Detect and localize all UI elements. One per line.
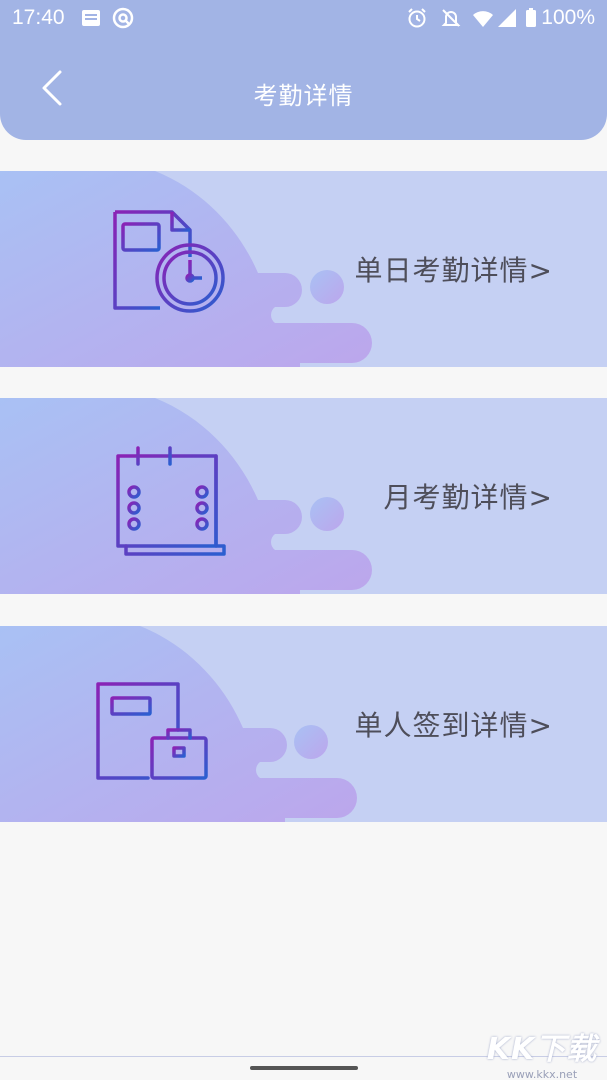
- status-bar: 17:40 100%: [0, 0, 607, 36]
- document-clock-icon: [113, 210, 225, 313]
- sync-icon: [112, 7, 134, 29]
- watermark-url: www.kkx.net: [506, 1068, 578, 1080]
- page-title: 考勤详情: [253, 82, 354, 110]
- battery-level: 100%: [541, 6, 595, 29]
- card-monthly-attendance[interactable]: 月考勤详情>: [0, 398, 607, 594]
- alarm-icon: [408, 8, 426, 28]
- card-label-personal: 单人签到详情>: [354, 709, 553, 742]
- calendar-list-icon: [116, 446, 226, 556]
- app-header: 17:40 100% 考勤详情: [0, 0, 607, 140]
- signal-icon: [498, 9, 516, 27]
- watermark-logo: KK下载: [486, 1032, 598, 1067]
- status-time: 17:40: [12, 6, 65, 29]
- document-briefcase-icon: [96, 682, 208, 780]
- wifi-icon: [473, 11, 493, 27]
- watermark: KK下载 www.kkx.net: [483, 1024, 601, 1080]
- card-label-monthly: 月考勤详情>: [383, 481, 553, 514]
- card-personal-signin[interactable]: 单人签到详情>: [0, 626, 607, 822]
- mute-icon: [441, 9, 461, 27]
- card-label-daily: 单日考勤详情>: [354, 254, 553, 287]
- notes-icon: [82, 10, 100, 26]
- battery-icon: [526, 8, 536, 27]
- home-indicator[interactable]: [250, 1066, 358, 1070]
- card-daily-attendance[interactable]: 单日考勤详情>: [0, 171, 607, 367]
